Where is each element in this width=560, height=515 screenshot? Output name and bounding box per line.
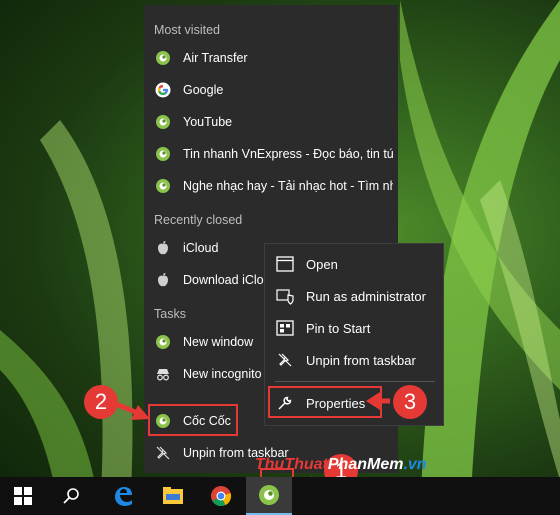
taskbar (0, 477, 560, 515)
start-button[interactable] (0, 477, 46, 515)
taskbar-app-coccoc[interactable] (246, 477, 292, 515)
annotation-arrows (115, 392, 390, 492)
edge-icon (115, 487, 132, 506)
folder-icon (163, 487, 183, 504)
step-3-badge: 3 (393, 385, 427, 419)
watermark-part3: .vn (403, 456, 427, 473)
windows-icon (14, 487, 32, 505)
taskbar-app-chrome[interactable] (198, 477, 244, 515)
watermark-part2: PhanMem (327, 456, 404, 473)
arrow-2 (115, 401, 150, 420)
step-2-badge: 2 (84, 385, 118, 419)
chrome-icon (211, 486, 232, 507)
watermark-part1: ThuThuat (255, 456, 328, 473)
search-icon (63, 488, 79, 504)
watermark: ThuThuatPhanMem.vn (255, 456, 427, 474)
taskbar-app-explorer[interactable] (150, 477, 196, 515)
arrow-3 (366, 392, 390, 410)
coccoc-icon (259, 485, 279, 505)
taskbar-app-edge[interactable] (100, 477, 146, 515)
search-button[interactable] (48, 477, 94, 515)
